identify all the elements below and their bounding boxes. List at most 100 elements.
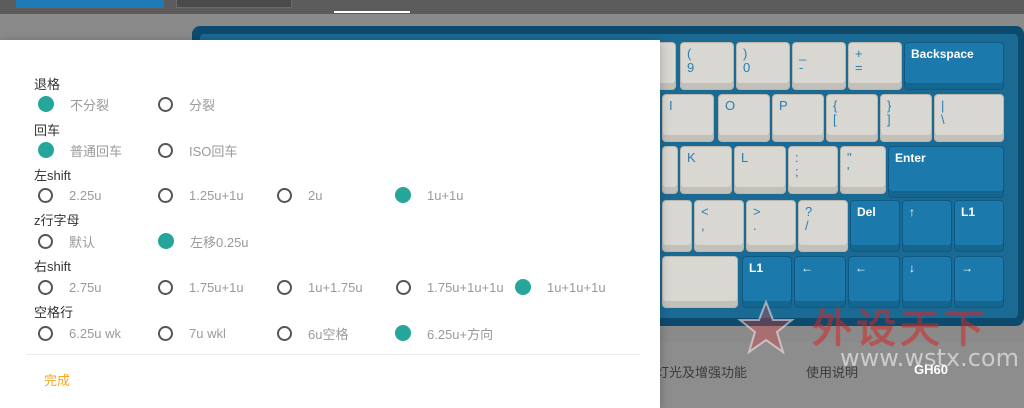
radio-unchecked-icon[interactable] (396, 279, 411, 295)
key-legend: O (725, 98, 736, 113)
keycap-semicolon[interactable]: :; (788, 146, 838, 194)
key-legend-top: ? (805, 204, 813, 219)
key-legend-top: : (795, 150, 799, 165)
option-rshift-1u-1-75u[interactable]: 1u+1.75u (277, 278, 363, 296)
radio-checked-icon[interactable] (515, 279, 531, 295)
top-secondary-button[interactable] (176, 0, 292, 8)
keycap-down-arrow[interactable]: ↓ (902, 256, 952, 308)
keycap-l[interactable]: L (734, 146, 786, 194)
keycap-backslash[interactable]: | \ (934, 94, 1004, 142)
radio-checked-icon[interactable] (395, 325, 411, 341)
keycap-0[interactable]: ) 0 (736, 42, 790, 90)
radio-unchecked-icon[interactable] (277, 187, 292, 203)
option-backspace-split[interactable]: 分裂 (158, 95, 215, 113)
radio-unchecked-icon[interactable] (277, 279, 292, 295)
option-space-6-25u-wk[interactable]: 6.25u wk (38, 324, 121, 342)
key-legend-bottom: / (805, 218, 809, 233)
option-space-6-25u-arrows[interactable]: 6.25u+方向 (395, 324, 493, 342)
keycap-o[interactable]: O (718, 94, 770, 142)
keycap-enter[interactable]: Enter (888, 146, 1004, 198)
radio-unchecked-icon[interactable] (158, 96, 173, 112)
option-lshift-2-25u[interactable]: 2.25u (38, 186, 102, 204)
layout-options-dialog: 退格 不分裂 分裂 回车 普通回车 ISO回车 左shift 2.25u 1.2… (0, 40, 660, 408)
keycap-backspace[interactable]: Backspace (904, 42, 1004, 90)
keycap-left-arrow[interactable]: ← (848, 256, 900, 308)
keycap-space[interactable] (662, 256, 738, 308)
radio-checked-icon[interactable] (38, 96, 54, 112)
option-space-6u[interactable]: 6u空格 (277, 324, 348, 342)
keycap-open-bracket[interactable]: {[ (826, 94, 878, 142)
top-primary-button[interactable] (16, 0, 164, 8)
keycap-i[interactable]: I (662, 94, 714, 142)
option-enter-normal[interactable]: 普通回车 (38, 141, 122, 159)
radio-unchecked-icon[interactable] (38, 279, 53, 295)
keycap-up-arrow[interactable]: ↑ (902, 200, 952, 252)
keycap-left-arrow[interactable]: ← (794, 256, 846, 308)
key-legend: L1 (961, 205, 976, 219)
keycap-close-bracket[interactable]: }] (880, 94, 932, 142)
option-backspace-nosplit[interactable]: 不分裂 (38, 95, 109, 113)
section-label-right-shift: 右shift (34, 259, 71, 274)
keycap-partial[interactable] (662, 146, 678, 194)
radio-checked-icon[interactable] (38, 142, 54, 158)
option-zrow-shift-left[interactable]: 左移0.25u (158, 232, 249, 250)
option-lshift-2u[interactable]: 2u (277, 186, 322, 204)
keycap-k[interactable]: K (680, 146, 732, 194)
manual-link[interactable]: 使用说明 (806, 362, 858, 381)
key-legend-bottom: \ (941, 112, 945, 127)
keycap-del[interactable]: Del (850, 200, 900, 252)
option-rshift-1-75u-1u-1u[interactable]: 1.75u+1u+1u (396, 278, 504, 296)
radio-unchecked-icon[interactable] (158, 142, 173, 158)
option-enter-iso[interactable]: ISO回车 (158, 141, 237, 159)
option-space-7u-wkl[interactable]: 7u wkl (158, 324, 226, 342)
keycap-partial[interactable] (662, 200, 692, 252)
done-button[interactable]: 完成 (44, 370, 70, 389)
product-link[interactable]: GH60 (914, 362, 948, 377)
keycap-minus[interactable]: _ - (792, 42, 846, 90)
key-legend-top: } (887, 98, 892, 113)
dialog-divider (26, 354, 640, 355)
key-legend-top: ( (687, 46, 692, 61)
keycap-9[interactable]: (9 (680, 42, 734, 90)
radio-unchecked-icon[interactable] (158, 279, 173, 295)
option-label: 1.75u+1u (189, 279, 244, 295)
key-legend-bottom: 0 (743, 60, 751, 75)
keycap-equals[interactable]: + = (848, 42, 902, 90)
option-lshift-1u-1u[interactable]: 1u+1u (395, 186, 464, 204)
radio-unchecked-icon[interactable] (277, 325, 292, 341)
radio-checked-icon[interactable] (395, 187, 411, 203)
key-legend: P (779, 98, 788, 113)
radio-unchecked-icon[interactable] (158, 187, 173, 203)
option-label: 6.25u+方向 (427, 326, 494, 342)
option-rshift-1u-1u-1u[interactable]: 1u+1u+1u (515, 278, 606, 296)
option-label: 默认 (69, 234, 96, 250)
key-legend-bottom: ; (795, 164, 799, 179)
keycap-quote[interactable]: " ' (840, 146, 886, 194)
option-rshift-1-75u-1u[interactable]: 1.75u+1u (158, 278, 244, 296)
key-legend: I (669, 98, 673, 113)
option-zrow-default[interactable]: 默认 (38, 232, 95, 250)
radio-checked-icon[interactable] (158, 233, 174, 249)
key-legend: L1 (749, 261, 764, 275)
radio-unchecked-icon[interactable] (38, 325, 53, 341)
keycap-slash[interactable]: ? / (798, 200, 848, 252)
lighting-link[interactable]: 灯光及增强功能 (656, 362, 747, 381)
keycap-right-arrow[interactable]: → (954, 256, 1004, 308)
keycap-l1[interactable]: L1 (954, 200, 1004, 252)
radio-unchecked-icon[interactable] (38, 233, 53, 249)
option-lshift-1-25u-1u[interactable]: 1.25u+1u (158, 186, 244, 204)
keycap-period[interactable]: >. (746, 200, 796, 252)
radio-unchecked-icon[interactable] (38, 187, 53, 203)
option-label: 分裂 (189, 97, 216, 113)
section-label-space-row: 空格行 (34, 305, 74, 320)
key-legend-bottom: = (855, 60, 863, 75)
keycap-comma[interactable]: <, (694, 200, 744, 252)
option-label: 普通回车 (70, 143, 123, 159)
keycap-p[interactable]: P (772, 94, 824, 142)
radio-unchecked-icon[interactable] (158, 325, 173, 341)
key-legend: Enter (895, 151, 926, 165)
option-rshift-2-75u[interactable]: 2.75u (38, 278, 102, 296)
key-legend-top: | (941, 98, 945, 113)
key-legend: ↑ (909, 205, 915, 219)
keycap-l1[interactable]: L1 (742, 256, 792, 308)
